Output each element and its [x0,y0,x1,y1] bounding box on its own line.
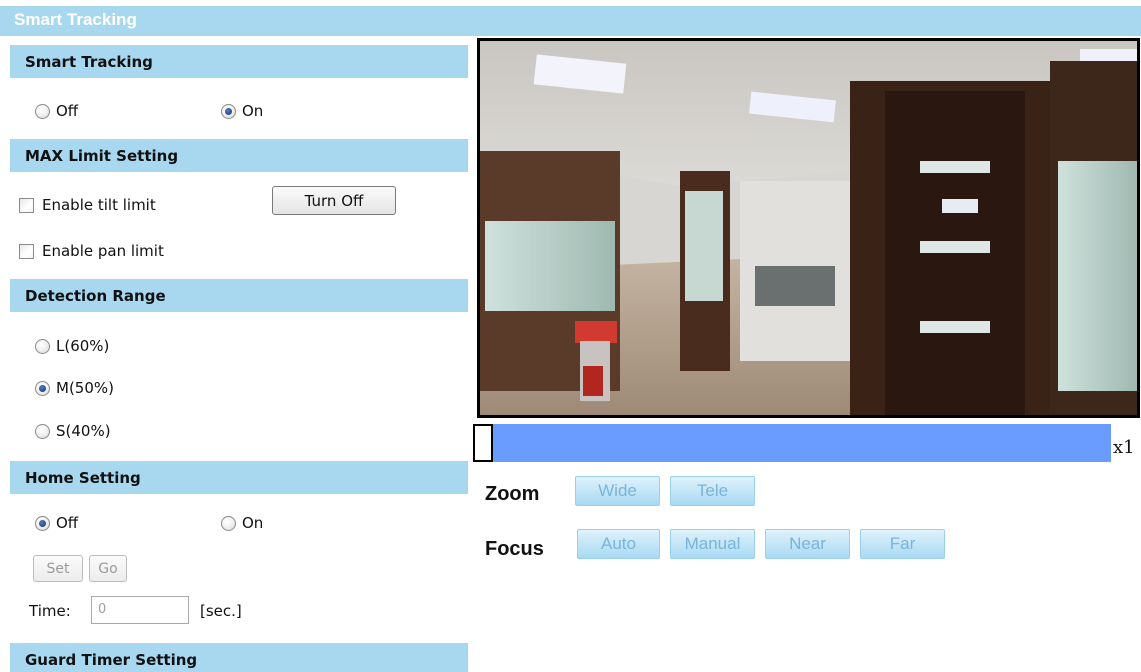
checkbox-label: Enable pan limit [42,242,164,260]
zoom-label: Zoom [485,483,540,505]
live-video-view [477,38,1140,418]
section-title: Detection Range [25,287,166,305]
tilt-limit-option[interactable]: Enable tilt limit [19,194,156,216]
section-title: Guard Timer Setting [25,651,198,669]
time-input[interactable]: 0 [91,596,189,624]
focus-label: Focus [485,538,544,560]
section-guard-timer: Guard Timer Setting [10,643,468,672]
home-on-radio[interactable] [221,515,236,531]
pan-limit-checkbox[interactable] [19,243,34,259]
section-home-setting: Home Setting [10,461,468,494]
section-title: MAX Limit Setting [25,147,179,165]
section-title: Home Setting [25,469,141,487]
range-m-option[interactable]: M(50%) [35,377,114,399]
page-title: Smart Tracking [14,10,137,29]
section-detection-range: Detection Range [10,279,468,312]
zoom-wide-button[interactable]: Wide [575,476,660,506]
radio-label: M(50%) [56,379,114,397]
section-title: Smart Tracking [25,53,153,71]
smart-tracking-off-radio[interactable] [35,103,50,119]
radio-label: S(40%) [56,422,111,440]
smart-tracking-on-radio[interactable] [221,103,236,119]
smart-tracking-on-option[interactable]: On [221,100,263,122]
zoom-multiplier: x1 [1113,437,1135,458]
range-s-radio[interactable] [35,423,50,439]
radio-label: On [242,102,264,120]
zoom-slider-track[interactable] [493,424,1111,462]
home-go-button[interactable]: Go [89,555,127,582]
radio-label: Off [56,514,79,532]
pan-limit-option[interactable]: Enable pan limit [19,240,164,262]
range-l-option[interactable]: L(60%) [35,335,109,357]
radio-label: On [242,514,264,532]
focus-auto-button[interactable]: Auto [577,529,660,559]
home-set-button[interactable]: Set [33,555,83,582]
zoom-tele-button[interactable]: Tele [670,476,755,506]
focus-far-button[interactable]: Far [860,529,945,559]
radio-label: Off [56,102,79,120]
time-unit-label: [sec.] [200,602,242,620]
home-on-option[interactable]: On [221,512,263,534]
range-s-option[interactable]: S(40%) [35,420,111,442]
checkbox-label: Enable tilt limit [42,196,156,214]
time-label: Time: [29,602,71,620]
camera-image [480,41,1137,415]
zoom-slider-handle[interactable] [473,424,493,462]
turn-off-button[interactable]: Turn Off [272,186,396,215]
range-l-radio[interactable] [35,338,50,354]
page-title-bar: Smart Tracking [0,6,1141,36]
range-m-radio[interactable] [35,380,50,396]
section-smart-tracking: Smart Tracking [10,45,468,78]
focus-near-button[interactable]: Near [765,529,850,559]
section-max-limit: MAX Limit Setting [10,139,468,172]
smart-tracking-off-option[interactable]: Off [35,100,78,122]
radio-label: L(60%) [56,337,110,355]
home-off-radio[interactable] [35,515,50,531]
focus-manual-button[interactable]: Manual [670,529,755,559]
tilt-limit-checkbox[interactable] [19,197,34,213]
home-off-option[interactable]: Off [35,512,78,534]
